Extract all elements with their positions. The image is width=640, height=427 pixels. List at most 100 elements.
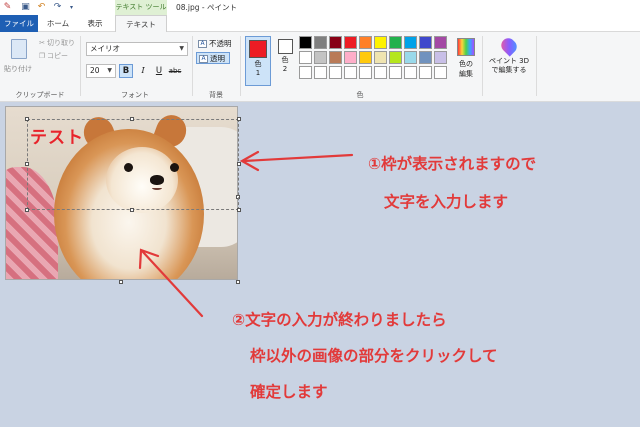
- group-divider: [240, 36, 241, 96]
- color1-swatch: [249, 40, 267, 58]
- palette-color-swatch[interactable]: [344, 66, 357, 79]
- font-group-label: フォント: [121, 91, 149, 99]
- paste-button-label[interactable]: 貼り付け: [4, 64, 32, 74]
- palette-color-swatch[interactable]: [329, 51, 342, 64]
- color2-swatch: [277, 39, 293, 54]
- palette-color-swatch[interactable]: [299, 66, 312, 79]
- customize-icon[interactable]: ▾: [66, 2, 77, 13]
- transparent-icon: A: [199, 55, 208, 63]
- save-icon[interactable]: ▣: [20, 2, 31, 13]
- bold-button[interactable]: B: [119, 64, 133, 78]
- font-size-select[interactable]: 20 ▼: [86, 64, 116, 78]
- title-bar: ✎ ▣ ↶ ↷ ▾ テキスト ツール 08.jpg - ペイント: [0, 0, 640, 15]
- text-frame-handle[interactable]: [237, 208, 241, 212]
- scissors-icon: ✂: [39, 39, 45, 47]
- paint3d-icon: [498, 35, 520, 57]
- palette-color-swatch[interactable]: [299, 36, 312, 49]
- copy-button[interactable]: ❐ コピー: [38, 51, 68, 61]
- palette-color-swatch[interactable]: [374, 51, 387, 64]
- edit-with-paint3d-button[interactable]: ペイント 3D で編集する: [487, 35, 531, 75]
- text-frame-handle[interactable]: [25, 162, 29, 166]
- opaque-label: 不透明: [209, 39, 232, 48]
- palette-color-swatch[interactable]: [374, 36, 387, 49]
- annotation-1-line1: ①枠が表示されますので: [368, 155, 537, 173]
- font-family-select[interactable]: メイリオ ▼: [86, 42, 188, 56]
- context-tab-group: テキスト ツール: [115, 0, 167, 15]
- palette-color-swatch[interactable]: [434, 51, 447, 64]
- palette-color-swatch[interactable]: [389, 51, 402, 64]
- palette-color-swatch[interactable]: [314, 36, 327, 49]
- palette-color-swatch[interactable]: [359, 36, 372, 49]
- palette-color-swatch[interactable]: [359, 66, 372, 79]
- text-frame-handle[interactable]: [25, 117, 29, 121]
- text-frame-handle[interactable]: [25, 208, 29, 212]
- tab-text[interactable]: テキスト: [115, 15, 167, 33]
- tab-home[interactable]: ホーム: [40, 15, 76, 32]
- text-frame-handle[interactable]: [130, 208, 134, 212]
- palette-color-swatch[interactable]: [404, 36, 417, 49]
- text-frame-handle[interactable]: [130, 117, 134, 121]
- edit-colors-label-1: 色の: [459, 60, 473, 68]
- tab-view[interactable]: 表示: [78, 15, 112, 32]
- group-divider: [80, 36, 81, 96]
- text-frame-handle[interactable]: [237, 117, 241, 121]
- palette-color-swatch[interactable]: [404, 51, 417, 64]
- palette-color-swatch[interactable]: [389, 66, 402, 79]
- palette-color-swatch[interactable]: [419, 66, 432, 79]
- palette-color-swatch[interactable]: [404, 66, 417, 79]
- palette-color-swatch[interactable]: [434, 66, 447, 79]
- text-frame-handle[interactable]: [237, 162, 241, 166]
- palette-color-swatch[interactable]: [434, 36, 447, 49]
- color2-button[interactable]: 色 2: [272, 36, 298, 86]
- font-family-value: メイリオ: [90, 44, 120, 53]
- redo-icon[interactable]: ↷: [52, 2, 63, 13]
- color2-number: 2: [282, 65, 288, 73]
- canvas-resize-handle[interactable]: [119, 280, 123, 284]
- canvas-resize-handle[interactable]: [236, 280, 240, 284]
- annotation-2-line2: 枠以外の画像の部分をクリックして: [250, 347, 498, 365]
- transparent-label: 透明: [210, 54, 225, 63]
- copy-icon: ❐: [38, 52, 46, 60]
- palette-color-swatch[interactable]: [344, 51, 357, 64]
- undo-icon[interactable]: ↶: [36, 2, 47, 13]
- opaque-background-button[interactable]: A 不透明: [196, 38, 236, 50]
- group-divider: [536, 36, 537, 96]
- strikethrough-button[interactable]: abc: [166, 64, 184, 78]
- color2-label: 色: [281, 56, 289, 64]
- palette-color-swatch[interactable]: [389, 36, 402, 49]
- palette-color-swatch[interactable]: [329, 66, 342, 79]
- cut-button[interactable]: ✂ 切り取り: [38, 38, 75, 48]
- annotation-1-line2: 文字を入力します: [384, 193, 509, 211]
- palette-color-swatch[interactable]: [359, 51, 372, 64]
- transparent-background-button[interactable]: A 透明: [196, 52, 230, 64]
- palette-color-swatch[interactable]: [419, 36, 432, 49]
- paste-icon[interactable]: [11, 39, 27, 59]
- group-divider: [482, 36, 483, 96]
- color1-button[interactable]: 色 1: [245, 36, 271, 86]
- canvas-typed-text[interactable]: テスト: [30, 123, 84, 148]
- palette-color-swatch[interactable]: [299, 51, 312, 64]
- palette-color-swatch[interactable]: [329, 36, 342, 49]
- palette-color-swatch[interactable]: [419, 51, 432, 64]
- underline-button[interactable]: U: [152, 64, 166, 78]
- window-title: 08.jpg - ペイント: [176, 3, 238, 12]
- edit-colors-button[interactable]: 色の 編集: [453, 38, 479, 79]
- ribbon-tabs: ファイル ホーム 表示 テキスト: [0, 15, 640, 33]
- palette-color-swatch[interactable]: [314, 51, 327, 64]
- color-wheel-icon: [457, 38, 475, 56]
- font-size-value: 20: [90, 66, 100, 75]
- background-group-label: 背景: [209, 91, 223, 99]
- palette-color-swatch[interactable]: [344, 36, 357, 49]
- palette-color-swatch[interactable]: [374, 66, 387, 79]
- cut-label: 切り取り: [47, 39, 75, 47]
- opaque-icon: A: [198, 40, 207, 48]
- tab-file[interactable]: ファイル: [0, 15, 38, 32]
- annotation-2-line1: ②文字の入力が終わりましたら: [232, 311, 447, 329]
- chevron-down-icon: ▼: [107, 67, 112, 74]
- paint3d-label-2: で編集する: [491, 66, 527, 74]
- color1-label: 色: [254, 60, 262, 68]
- palette-color-swatch[interactable]: [314, 66, 327, 79]
- italic-button[interactable]: I: [136, 64, 150, 78]
- edit-colors-label-2: 編集: [459, 70, 473, 78]
- paint3d-label-1: ペイント 3D: [488, 57, 530, 65]
